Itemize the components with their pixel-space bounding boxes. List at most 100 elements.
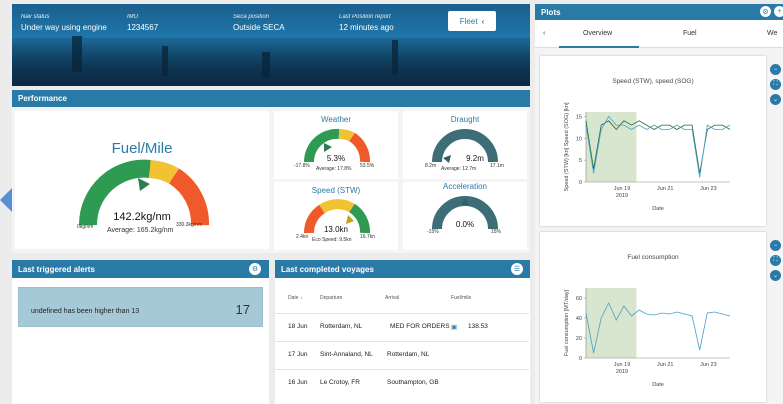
nav-status: Nav status Under way using engine xyxy=(21,14,107,32)
cell-departure: Le Crotoy, FR xyxy=(320,379,360,386)
alert-text: undefined has been higher than 13 xyxy=(31,308,140,315)
draught-average: Average: 12.7m xyxy=(441,166,477,172)
cell-arrival: Rotterdam, NL xyxy=(387,351,430,358)
fleet-button-label: Fleet xyxy=(459,16,478,26)
voyages-menu-icon[interactable]: ☰ xyxy=(511,263,523,275)
y-tick-label: 40 xyxy=(576,316,582,322)
x-tick-year: 2019 xyxy=(616,369,628,375)
acceleration-card: Acceleration 0.0% -15% 15% xyxy=(403,182,527,250)
weather-average: Average: 17.8% xyxy=(316,166,352,172)
col-date[interactable]: Date ↓ xyxy=(288,295,302,301)
cell-departure: Sint-Annaland, NL xyxy=(320,351,373,358)
ship-image-mast xyxy=(72,36,82,72)
chevron-down-icon[interactable]: ⌄ xyxy=(770,270,781,281)
chevron-down-icon[interactable]: ⌄ xyxy=(770,94,781,105)
fuel-mile-average: Average: 165.2kg/nm xyxy=(107,227,174,234)
seca-label: Seca position xyxy=(233,14,270,20)
speed-value: 13.0kn xyxy=(323,225,349,234)
cell-arrival: Southampton, GB xyxy=(387,379,439,386)
sort-down-icon: ↓ xyxy=(299,295,303,301)
tabs-prev-icon[interactable]: ‹ xyxy=(543,30,545,37)
weather-min: -17.8% xyxy=(294,163,310,169)
imo: IMO 1234567 xyxy=(127,14,158,32)
vessel-banner: Nav status Under way using engine IMO 12… xyxy=(12,4,530,86)
x-tick-label: Jun 21 xyxy=(657,186,674,192)
weather-value: 5.3% xyxy=(326,154,346,163)
col-fuel-mile[interactable]: Fuel/mile xyxy=(451,295,471,301)
fleet-button[interactable]: Fleet ‹ xyxy=(448,11,496,31)
speed-plot-card: Speed (STW), speed (SOG) 0 5 10 15 Jun 19 201… xyxy=(540,56,766,226)
x-tick-label: Jun 23 xyxy=(700,186,717,192)
cell-date: 16 Jun xyxy=(288,379,308,386)
ship-image-mast xyxy=(162,46,168,76)
acceleration-max: 15% xyxy=(491,229,502,235)
y-tick-label: 20 xyxy=(576,336,582,342)
plots-header: Plots xyxy=(535,4,783,20)
performance-header: Performance xyxy=(12,90,530,107)
x-tick-label: Jun 19 xyxy=(614,362,631,368)
weather-title: Weather xyxy=(320,115,352,124)
plots-add-icon[interactable]: + xyxy=(774,6,783,17)
draught-title: Draught xyxy=(450,115,480,124)
alert-count: 17 xyxy=(235,302,250,317)
minus-icon[interactable]: − xyxy=(770,64,781,75)
x-axis-label: Date xyxy=(652,382,664,388)
y-tick-label: 0 xyxy=(579,356,582,362)
draught-value: 9.2m xyxy=(466,154,484,163)
voyages-header: Last completed voyages xyxy=(275,260,530,278)
acceleration-title: Acceleration xyxy=(442,182,488,191)
x-tick-year: 2019 xyxy=(616,193,628,199)
speed-average: Eco Speed: 9.5kn xyxy=(312,237,352,243)
tab-fuel[interactable]: Fuel xyxy=(683,30,697,37)
highlight-region xyxy=(586,288,637,358)
cell-arrival: MED FOR ORDERS xyxy=(390,323,450,330)
y-tick-label: 60 xyxy=(576,296,582,302)
speed-title: Speed (STW) xyxy=(311,186,361,195)
fuel-mile-max: 330.3kg/nm xyxy=(176,222,203,228)
imo-value: 1234567 xyxy=(127,23,159,32)
alert-item[interactable]: undefined has been higher than 13 17 xyxy=(18,287,263,327)
alerts-header: Last triggered alerts xyxy=(12,260,269,278)
weather-max: 53.5% xyxy=(360,163,375,169)
y-axis-label: Speed (STW) [kn] Speed (SOG) [kn] xyxy=(564,102,570,191)
weather-needle xyxy=(324,143,332,152)
nav-status-label: Nav status xyxy=(21,14,50,20)
col-departure[interactable]: Departure xyxy=(320,295,342,301)
y-tick-label: 0 xyxy=(579,180,582,186)
fullscreen-icon[interactable]: ⛶ xyxy=(770,79,781,90)
draught-max: 17.1m xyxy=(490,163,504,169)
table-row[interactable]: 16 Jun Le Crotoy, FR Southampton, GB xyxy=(275,369,529,397)
alerts-settings-icon[interactable]: ⚙ xyxy=(249,263,261,275)
table-row[interactable]: 17 Jun Sint-Annaland, NL Rotterdam, NL xyxy=(275,341,529,369)
table-row[interactable]: 18 Jun Rotterdam, NL MED FOR ORDERS ▣ 13… xyxy=(275,313,529,341)
tab-active-indicator xyxy=(559,46,639,48)
cell-fuel: 138.53 xyxy=(468,323,488,330)
plots-title: Plots xyxy=(541,7,561,17)
minus-icon[interactable]: − xyxy=(770,240,781,251)
voyages-title: Last completed voyages xyxy=(281,264,374,274)
last-position-report: Last Position report 12 minutes ago xyxy=(339,14,394,32)
tab-weather[interactable]: We xyxy=(767,30,777,37)
chevron-left-icon: ‹ xyxy=(481,16,485,26)
x-tick-label: Jun 23 xyxy=(700,362,717,368)
tab-overview[interactable]: Overview xyxy=(583,30,612,37)
fuel-mile-needle xyxy=(138,178,150,191)
speed-chart[interactable]: 0 5 10 15 Jun 192019 Jun 21 Jun 23 Date Speed (S… xyxy=(540,56,766,226)
col-arrival[interactable]: Arrival xyxy=(385,295,399,301)
acceleration-value: 0.0% xyxy=(455,220,475,229)
x-axis-label: Date xyxy=(652,206,664,212)
plots-settings-icon[interactable]: ⚙ xyxy=(760,6,771,17)
performance-title: Performance xyxy=(18,94,67,103)
fullscreen-icon[interactable]: ⛶ xyxy=(770,255,781,266)
col-date-label: Date xyxy=(288,295,299,301)
ship-image-mast xyxy=(392,40,398,74)
fuel-chart[interactable]: 0 20 40 60 Jun 192019 Jun 21 Jun 23 Date Fuel co… xyxy=(540,232,766,402)
y-tick-label: 15 xyxy=(576,114,582,120)
monitor-icon[interactable]: ▣ xyxy=(451,323,457,331)
speed-card: Speed (STW) 13.0kn 2.4kn Eco Speed: 9.5k… xyxy=(274,182,398,250)
ship-image-mast xyxy=(262,52,270,78)
fuel-mile-card: Fuel/Mile 142.2kg/nm 0kg/nm Average: 165… xyxy=(15,111,269,249)
seca-value: Outside SECA xyxy=(233,23,285,32)
y-tick-label: 5 xyxy=(579,158,582,164)
y-tick-label: 10 xyxy=(576,136,582,142)
